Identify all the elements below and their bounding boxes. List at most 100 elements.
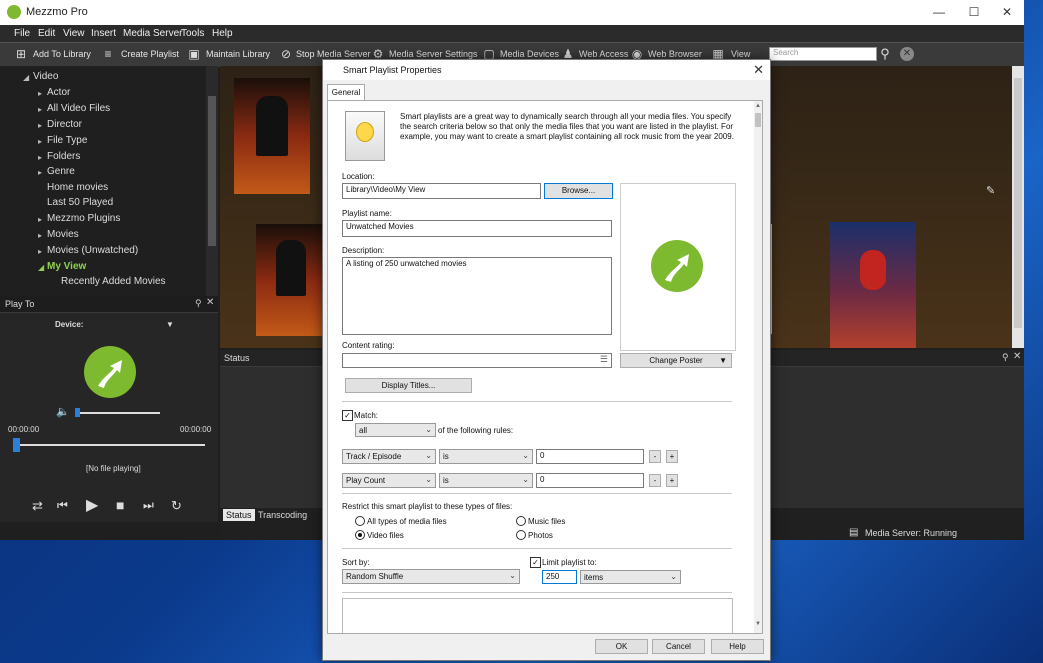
cancel-button[interactable]: Cancel — [652, 639, 705, 654]
rule-2-value-field[interactable]: 0 — [536, 473, 644, 488]
help-button[interactable]: Help — [711, 639, 764, 654]
menu-help[interactable]: Help — [212, 28, 233, 39]
dialog-close-icon[interactable]: ✕ — [753, 62, 764, 78]
tree-item-file-type[interactable]: File Type — [47, 135, 87, 146]
previous-icon[interactable]: ⏮ — [57, 498, 68, 513]
play-icon[interactable]: ▶ — [86, 495, 98, 515]
close-panel-icon[interactable]: ✕ — [206, 297, 214, 308]
create-playlist-button[interactable]: Create Playlist — [121, 49, 179, 59]
dialog-scrollbar[interactable]: ▲ ▼ — [754, 101, 762, 633]
view-button[interactable]: View — [731, 49, 750, 59]
menu-insert[interactable]: Insert — [91, 28, 116, 39]
radio-video-files[interactable] — [355, 530, 365, 540]
tree-item-my-view[interactable]: My View — [47, 261, 86, 272]
tree-item-mezzmo-plugins[interactable]: Mezzmo Plugins — [47, 213, 120, 224]
list-icon[interactable]: ☰ — [600, 354, 608, 365]
repeat-icon[interactable]: ↻ — [171, 498, 182, 514]
seek-slider[interactable] — [14, 444, 205, 446]
media-devices-button[interactable]: Media Devices — [500, 49, 559, 59]
limit-playlist-checkbox[interactable]: ✓ — [530, 557, 541, 568]
menu-edit[interactable]: Edit — [38, 28, 55, 39]
rule-1-field-select[interactable]: Track / Episode ⌄ — [342, 449, 436, 464]
rule-1-add-button[interactable]: + — [666, 450, 678, 463]
maintain-library-button[interactable]: Maintain Library — [206, 49, 270, 59]
collapse-arrow-icon[interactable]: ◢ — [38, 263, 44, 272]
device-dropdown-icon[interactable]: ▼ — [166, 320, 174, 329]
rule-2-add-button[interactable]: + — [666, 474, 678, 487]
radio-music-files[interactable] — [516, 516, 526, 526]
scroll-up-icon[interactable]: ▲ — [755, 103, 761, 109]
sort-by-select[interactable]: Random Shuffle ⌄ — [342, 569, 520, 584]
browse-button[interactable]: Browse... — [544, 183, 613, 199]
tree-root-video[interactable]: Video — [33, 71, 58, 82]
expand-arrow-icon[interactable]: ▸ — [38, 215, 42, 224]
stop-media-server-button[interactable]: Stop Media Server — [296, 49, 371, 59]
limit-unit-select[interactable]: items ⌄ — [580, 570, 681, 584]
rule-1-value-field[interactable]: 0 — [536, 449, 644, 464]
pin-icon[interactable]: ⚲ — [1002, 352, 1009, 363]
scroll-down-icon[interactable]: ▼ — [755, 621, 761, 627]
volume-icon[interactable]: 🔈 — [56, 405, 70, 418]
edit-pencil-icon[interactable]: ✎ — [986, 184, 995, 197]
clear-search-icon[interactable]: ✕ — [900, 47, 914, 61]
menu-tools[interactable]: Tools — [181, 28, 204, 39]
expand-arrow-icon[interactable]: ▸ — [38, 247, 42, 256]
scrollbar-thumb[interactable] — [1014, 78, 1022, 328]
rule-1-remove-button[interactable]: - — [649, 450, 661, 463]
volume-slider[interactable] — [76, 412, 160, 414]
content-scrollbar[interactable] — [1012, 66, 1024, 348]
search-input[interactable]: Search — [769, 47, 877, 61]
web-browser-button[interactable]: Web Browser — [648, 49, 702, 59]
rule-2-operator-select[interactable]: is ⌄ — [439, 473, 533, 488]
shuffle-icon[interactable]: ⇄ — [32, 498, 43, 514]
limit-count-field[interactable]: 250 — [542, 570, 577, 584]
ok-button[interactable]: OK — [595, 639, 648, 654]
expand-arrow-icon[interactable]: ▸ — [38, 105, 42, 114]
tree-item-movies[interactable]: Movies — [47, 229, 79, 240]
tree-item-home-movies[interactable]: Home movies — [47, 182, 108, 193]
tree-item-actor[interactable]: Actor — [47, 87, 70, 98]
tree-item-folders[interactable]: Folders — [47, 151, 80, 162]
tab-status[interactable]: Status — [223, 509, 255, 521]
maximize-button[interactable]: ☐ — [957, 0, 991, 25]
media-server-settings-button[interactable]: Media Server Settings — [389, 49, 478, 59]
display-titles-button[interactable]: Display Titles... — [345, 378, 472, 393]
tree-scrollbar[interactable] — [206, 66, 218, 296]
location-field[interactable]: Library\Video\My View — [342, 183, 541, 199]
tree-item-director[interactable]: Director — [47, 119, 82, 130]
tree-item-genre[interactable]: Genre — [47, 166, 75, 177]
tree-item-all-video-files[interactable]: All Video Files — [47, 103, 110, 114]
tree-item-recently-added-movies[interactable]: Recently Added Movies — [61, 276, 166, 287]
add-to-library-button[interactable]: Add To Library — [33, 49, 91, 59]
match-select[interactable]: all ⌄ — [355, 423, 436, 437]
expand-arrow-icon[interactable]: ▸ — [38, 168, 42, 177]
tree-item-last-50-played[interactable]: Last 50 Played — [47, 197, 113, 208]
content-rating-field[interactable]: ☰ — [342, 353, 612, 368]
scrollbar-thumb[interactable] — [208, 96, 216, 246]
close-button[interactable]: ✕ — [990, 0, 1024, 25]
radio-all-types[interactable] — [355, 516, 365, 526]
playlist-name-field[interactable]: Unwatched Movies — [342, 220, 612, 237]
menu-file[interactable]: File — [14, 28, 30, 39]
stop-icon[interactable]: ■ — [116, 497, 124, 513]
minimize-button[interactable]: — — [922, 0, 956, 25]
tab-transcoding[interactable]: Transcoding — [258, 510, 307, 520]
movie-poster-spider-man[interactable] — [830, 222, 916, 348]
seek-slider-thumb[interactable] — [13, 438, 20, 452]
radio-photos[interactable] — [516, 530, 526, 540]
pin-icon[interactable]: ⚲ — [195, 298, 202, 309]
close-panel-icon[interactable]: ✕ — [1013, 351, 1021, 362]
rule-2-field-select[interactable]: Play Count ⌄ — [342, 473, 436, 488]
next-icon[interactable]: ⏭ — [143, 498, 154, 513]
volume-slider-thumb[interactable] — [75, 408, 80, 417]
web-access-button[interactable]: Web Access — [579, 49, 628, 59]
expand-arrow-icon[interactable]: ▸ — [38, 153, 42, 162]
expand-arrow-icon[interactable]: ▸ — [38, 137, 42, 146]
expand-arrow-icon[interactable]: ▸ — [38, 231, 42, 240]
expand-arrow-icon[interactable]: ▸ — [38, 121, 42, 130]
tab-general[interactable]: General — [327, 84, 365, 101]
search-icon[interactable]: ⚲ — [878, 47, 892, 61]
match-checkbox[interactable]: ✓ — [342, 410, 353, 421]
expand-arrow-icon[interactable]: ▸ — [38, 89, 42, 98]
tree-item-movies-unwatched[interactable]: Movies (Unwatched) — [47, 245, 138, 256]
